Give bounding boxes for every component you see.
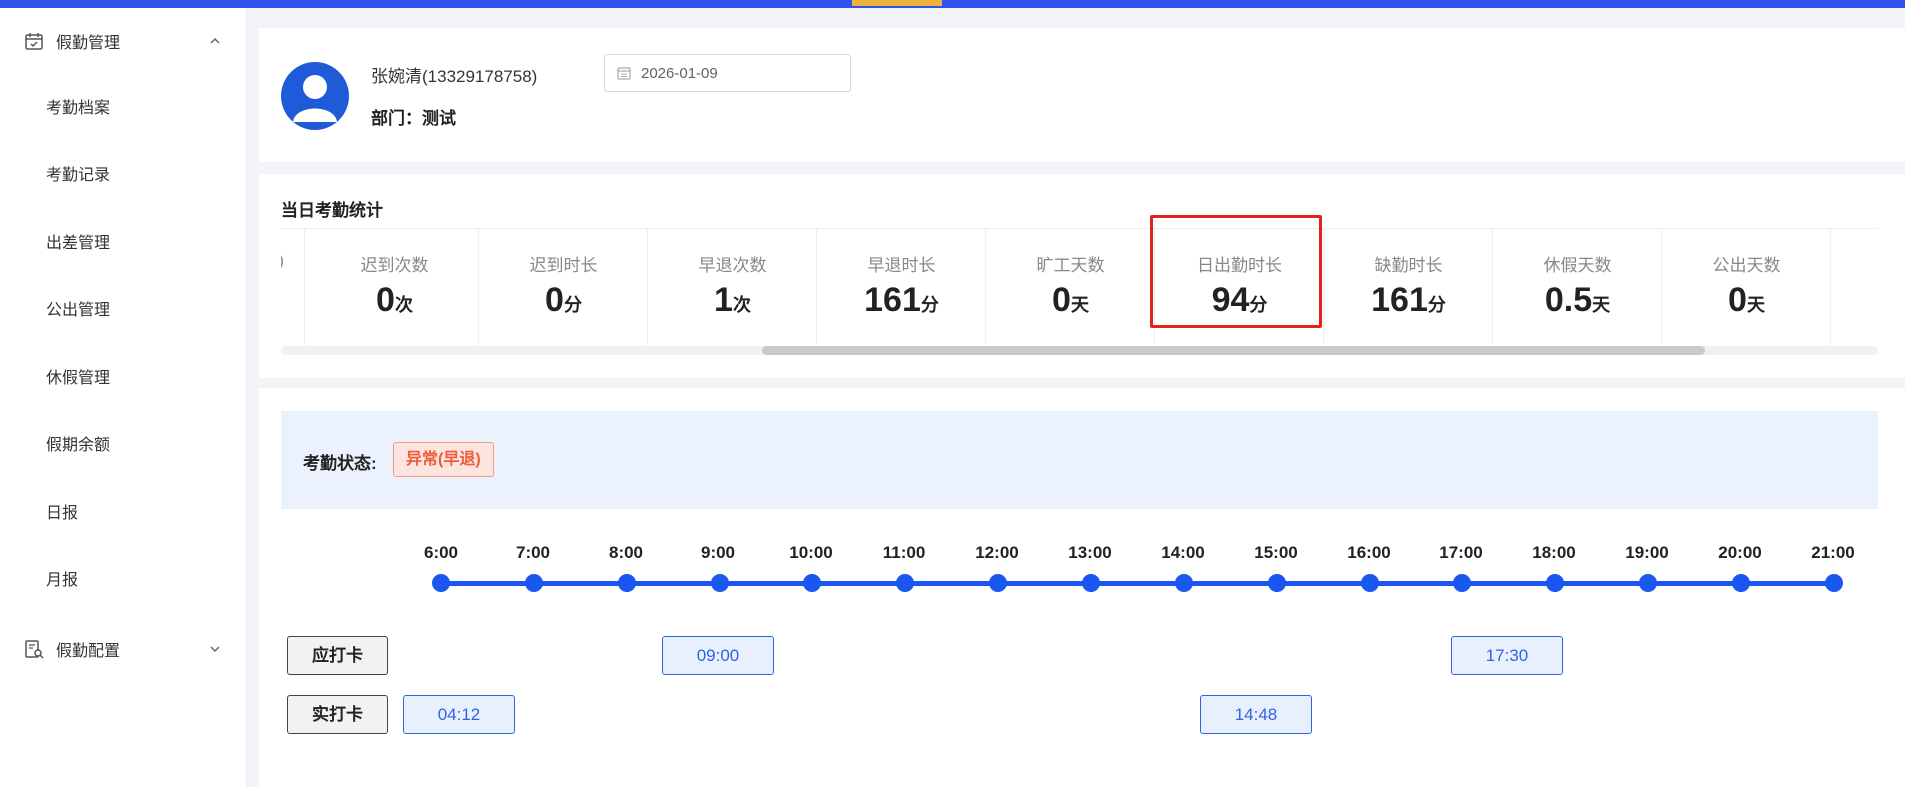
- stat-early-leave-duration: 早退时长 161分: [818, 229, 986, 345]
- timeline-dot: [1175, 574, 1193, 592]
- timeline-dot: [1639, 574, 1657, 592]
- stat-value: 1次: [714, 281, 751, 319]
- stat-label: 休假天数: [1543, 256, 1612, 275]
- hour-label: 9:00: [700, 543, 736, 562]
- sidebar-item-attendance-archive[interactable]: 考勤档案: [0, 89, 247, 129]
- hour-label: 11:00: [882, 543, 926, 562]
- hour-label: 19:00: [1625, 543, 1669, 562]
- stat-leave-days: 休假天数 0.5天: [1494, 229, 1662, 345]
- employee-department: 部门：测试: [371, 109, 456, 128]
- hour-label: 21:00: [1811, 543, 1855, 562]
- sidebar-item-business-trip[interactable]: 出差管理: [0, 224, 247, 264]
- timeline-dot: [803, 574, 821, 592]
- hour-label: 7:00: [515, 543, 551, 562]
- timeline-dot: [525, 574, 543, 592]
- stat-partial: ): [281, 229, 305, 345]
- avatar: [281, 62, 349, 130]
- stat-label: 迟到时长: [529, 256, 598, 275]
- sidebar-group-label: 假勤配置: [56, 643, 121, 660]
- document-search-icon: [24, 639, 44, 659]
- stat-late-count: 迟到次数 0次: [311, 229, 479, 345]
- actual-clock-button[interactable]: 实打卡: [287, 695, 388, 734]
- stat-absence-duration: 缺勤时长 161分: [1325, 229, 1493, 345]
- status-badge: 异常(早退): [393, 442, 494, 477]
- stat-label: 公出天数: [1712, 256, 1781, 275]
- date-picker[interactable]: 2026-01-09: [604, 54, 851, 92]
- stat-partial-label: ): [281, 251, 304, 271]
- active-tab-indicator: [852, 0, 942, 6]
- stats-title: 当日考勤统计: [281, 201, 383, 220]
- expected-clock-button[interactable]: 应打卡: [287, 636, 388, 675]
- employee-name: 张婉清(13329178758): [371, 67, 538, 86]
- hour-label: 15:00: [1254, 543, 1298, 562]
- timeline-dot: [1453, 574, 1471, 592]
- hour-label: 18:00: [1532, 543, 1576, 562]
- highlight-box: [1150, 215, 1322, 328]
- sidebar-item-leave-balance[interactable]: 假期余额: [0, 426, 247, 466]
- timeline-dot: [1361, 574, 1379, 592]
- stat-value: 0天: [1728, 281, 1765, 319]
- chevron-up-icon: [207, 33, 223, 49]
- calendar-icon: [617, 66, 631, 80]
- stat-value: 0分: [545, 281, 582, 319]
- stat-absent-days: 旷工天数 0天: [987, 229, 1155, 345]
- stat-label: 迟到次数: [360, 256, 429, 275]
- timeline-dot: [1546, 574, 1564, 592]
- sidebar-group-config[interactable]: 假勤配置: [0, 629, 247, 669]
- sidebar-item-attendance-record[interactable]: 考勤记录: [0, 156, 247, 196]
- stat-value: 161分: [1371, 281, 1446, 319]
- stat-early-leave-count: 早退次数 1次: [649, 229, 817, 345]
- stat-value: 0.5天: [1544, 281, 1611, 319]
- timeline-dot: [618, 574, 636, 592]
- hour-label: 14:00: [1161, 543, 1205, 562]
- stat-official-out-days: 公出天数 0天: [1663, 229, 1831, 345]
- timeline-dot: [1732, 574, 1750, 592]
- timeline-dot: [711, 574, 729, 592]
- top-bar: [0, 0, 1905, 8]
- stat-late-duration: 迟到时长 0分: [480, 229, 648, 345]
- stat-label: 早退次数: [698, 256, 767, 275]
- hour-label: 16:00: [1347, 543, 1391, 562]
- sidebar-item-leave[interactable]: 休假管理: [0, 359, 247, 399]
- actual-clock-time: 04:12: [403, 695, 515, 734]
- date-value: 2026-01-09: [641, 64, 718, 82]
- hour-label: 6:00: [423, 543, 459, 562]
- sidebar-group-label: 假勤管理: [56, 35, 121, 52]
- stat-label: 缺勤时长: [1374, 256, 1443, 275]
- timeline-dot: [989, 574, 1007, 592]
- timeline-dot: [1825, 574, 1843, 592]
- sidebar: 假勤管理 考勤档案 考勤记录 出差管理 公出管理 休假管理 假期余额 日报 月报…: [0, 8, 247, 787]
- hour-label: 17:00: [1439, 543, 1483, 562]
- hour-label: 12:00: [975, 543, 1019, 562]
- sidebar-group-attendance[interactable]: 假勤管理: [0, 21, 247, 61]
- stat-value: 0次: [376, 281, 413, 319]
- stat-value: 0天: [1052, 281, 1089, 319]
- timeline-line: [441, 581, 1834, 586]
- timeline-dot: [1268, 574, 1286, 592]
- expected-clock-time: 09:00: [662, 636, 774, 675]
- hour-label: 10:00: [789, 543, 833, 562]
- sidebar-item-monthly-report[interactable]: 月报: [0, 561, 247, 601]
- hour-label: 20:00: [1718, 543, 1762, 562]
- employee-card: [259, 28, 1905, 162]
- stat-label: 早退时长: [867, 256, 936, 275]
- actual-clock-time: 14:48: [1200, 695, 1312, 734]
- chevron-down-icon: [207, 641, 223, 657]
- sidebar-item-daily-report[interactable]: 日报: [0, 494, 247, 534]
- expected-clock-time: 17:30: [1451, 636, 1563, 675]
- timeline-dot: [432, 574, 450, 592]
- horizontal-scrollbar-thumb[interactable]: [762, 346, 1705, 355]
- status-panel: [281, 411, 1878, 509]
- sidebar-item-official-out[interactable]: 公出管理: [0, 291, 247, 331]
- calendar-check-icon: [24, 31, 44, 51]
- timeline-dot: [1082, 574, 1100, 592]
- hour-label: 13:00: [1068, 543, 1112, 562]
- hour-label: 8:00: [608, 543, 644, 562]
- status-label: 考勤状态:: [303, 454, 377, 473]
- stat-label: 旷工天数: [1036, 256, 1105, 275]
- timeline-dot: [896, 574, 914, 592]
- stat-value: 161分: [864, 281, 939, 319]
- stats-row[interactable]: ) 迟到次数 0次 迟到时长 0分 早退次数 1次 早退时长 161分 旷工天数…: [281, 228, 1878, 345]
